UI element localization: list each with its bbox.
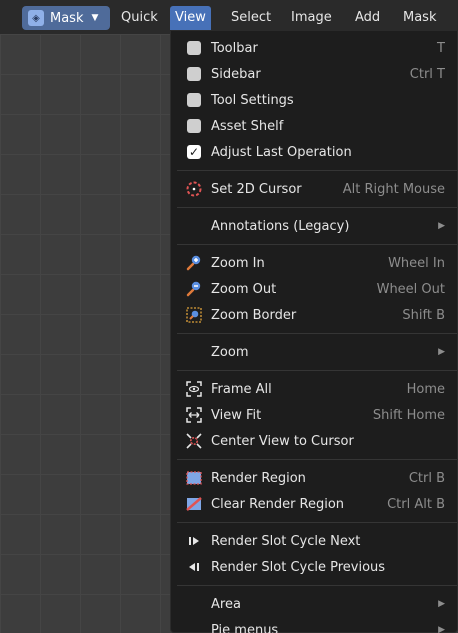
menu-item-zoom-in[interactable]: Zoom In Wheel In	[171, 250, 457, 276]
menu-item-shortcut: Shift Home	[372, 407, 445, 423]
menu-divider	[177, 170, 457, 171]
zoom-out-icon	[185, 280, 203, 298]
menu-item-sidebar[interactable]: Sidebar Ctrl T	[171, 61, 457, 87]
menu-item-shortcut: Ctrl Alt B	[387, 496, 445, 512]
menu-quick[interactable]: Quick	[116, 6, 163, 30]
asset-shelf-checkbox[interactable]	[187, 119, 201, 133]
menu-item-label: Frame All	[211, 381, 272, 397]
menu-item-shortcut: Ctrl T	[409, 66, 445, 82]
menu-divider	[177, 459, 457, 460]
sidebar-checkbox[interactable]	[187, 67, 201, 81]
menu-select[interactable]: Select	[226, 6, 276, 30]
menu-image[interactable]: Image	[286, 6, 337, 30]
menu-item-label: Center View to Cursor	[211, 433, 354, 449]
menu-divider	[177, 244, 457, 245]
menu-item-clear-render-region[interactable]: Clear Render Region Ctrl Alt B	[171, 491, 457, 517]
menu-item-frame-all[interactable]: Frame All Home	[171, 376, 457, 402]
menu-item-label: Annotations (Legacy)	[211, 218, 350, 234]
menu-divider	[177, 522, 457, 523]
menu-item-zoom-border[interactable]: Zoom Border Shift B	[171, 302, 457, 328]
submenu-arrow-icon: ▶	[438, 347, 445, 357]
center-view-icon	[185, 432, 203, 450]
menu-item-tool-settings[interactable]: Tool Settings	[171, 87, 457, 113]
play-next-icon	[185, 532, 203, 550]
menu-item-label: Sidebar	[211, 66, 261, 82]
view-fit-icon	[185, 406, 203, 424]
menu-item-shortcut: Shift B	[402, 307, 445, 323]
menu-item-label: Asset Shelf	[211, 118, 284, 134]
mode-selector-button[interactable]: ◈ Mask ▼	[22, 6, 110, 30]
menu-item-shortcut: T	[437, 40, 445, 56]
menu-item-set-2d-cursor[interactable]: Set 2D Cursor Alt Right Mouse	[171, 176, 457, 202]
menu-item-toolbar[interactable]: Toolbar T	[171, 35, 457, 61]
menu-item-pie-menus[interactable]: Pie menus ▶	[171, 617, 457, 633]
menu-item-label: Pie menus	[211, 622, 279, 633]
menu-item-shortcut: Wheel In	[388, 255, 445, 271]
menu-item-render-slot-previous[interactable]: Render Slot Cycle Previous	[171, 554, 457, 580]
menu-item-label: View Fit	[211, 407, 262, 423]
menu-item-label: Zoom Out	[211, 281, 277, 297]
menu-item-label: Area	[211, 596, 241, 612]
chevron-down-icon: ▼	[91, 13, 99, 23]
clear-render-region-icon	[185, 495, 203, 513]
toolbar-checkbox[interactable]	[187, 41, 201, 55]
menu-item-render-region[interactable]: Render Region Ctrl B	[171, 465, 457, 491]
menu-item-label: Zoom In	[211, 255, 265, 271]
menu-item-shortcut: Ctrl B	[408, 470, 445, 486]
menu-item-label: Set 2D Cursor	[211, 181, 302, 197]
menu-divider	[177, 585, 457, 586]
menu-item-render-slot-next[interactable]: Render Slot Cycle Next	[171, 528, 457, 554]
adjust-last-operation-checkbox[interactable]: ✓	[187, 145, 201, 159]
menu-item-label: Zoom Border	[211, 307, 297, 323]
tool-settings-checkbox[interactable]	[187, 93, 201, 107]
cursor-icon	[185, 180, 203, 198]
menu-item-shortcut: Alt Right Mouse	[342, 181, 445, 197]
menu-item-area[interactable]: Area ▶	[171, 591, 457, 617]
render-region-icon	[185, 469, 203, 487]
menu-item-zoom-out[interactable]: Zoom Out Wheel Out	[171, 276, 457, 302]
menu-item-asset-shelf[interactable]: Asset Shelf	[171, 113, 457, 139]
menu-item-center-view[interactable]: Center View to Cursor	[171, 428, 457, 454]
mask-mode-icon: ◈	[28, 10, 44, 26]
mode-label: Mask	[50, 10, 84, 26]
menu-item-zoom[interactable]: Zoom ▶	[171, 339, 457, 365]
menu-divider	[177, 370, 457, 371]
editor-header: ◈ Mask ▼ Quick View Select Image Add Mas…	[0, 0, 458, 34]
menu-item-adjust-last-operation[interactable]: ✓ Adjust Last Operation	[171, 139, 457, 165]
zoom-border-icon	[185, 306, 203, 324]
menu-view[interactable]: View	[170, 6, 211, 30]
submenu-arrow-icon: ▶	[438, 221, 445, 231]
menu-item-annotations[interactable]: Annotations (Legacy) ▶	[171, 213, 457, 239]
frame-all-icon	[185, 380, 203, 398]
play-previous-icon	[185, 558, 203, 576]
menu-item-label: Toolbar	[211, 40, 258, 56]
view-menu-dropdown: Toolbar T Sidebar Ctrl T Tool Settings A…	[170, 31, 458, 633]
menu-item-label: Zoom	[211, 344, 249, 360]
menu-item-label: Render Region	[211, 470, 306, 486]
menu-divider	[177, 333, 457, 334]
menu-mask[interactable]: Mask	[398, 6, 441, 30]
menu-item-label: Render Slot Cycle Previous	[211, 559, 386, 575]
menu-add[interactable]: Add	[350, 6, 385, 30]
menu-item-shortcut: Wheel Out	[376, 281, 445, 297]
menu-divider	[177, 207, 457, 208]
menu-item-label: Render Slot Cycle Next	[211, 533, 361, 549]
zoom-in-icon	[185, 254, 203, 272]
menu-item-label: Adjust Last Operation	[211, 144, 352, 160]
submenu-arrow-icon: ▶	[438, 599, 445, 609]
menu-item-view-fit[interactable]: View Fit Shift Home	[171, 402, 457, 428]
submenu-arrow-icon: ▶	[438, 625, 445, 633]
menu-item-label: Clear Render Region	[211, 496, 345, 512]
menu-item-label: Tool Settings	[211, 92, 294, 108]
menu-item-shortcut: Home	[406, 381, 445, 397]
